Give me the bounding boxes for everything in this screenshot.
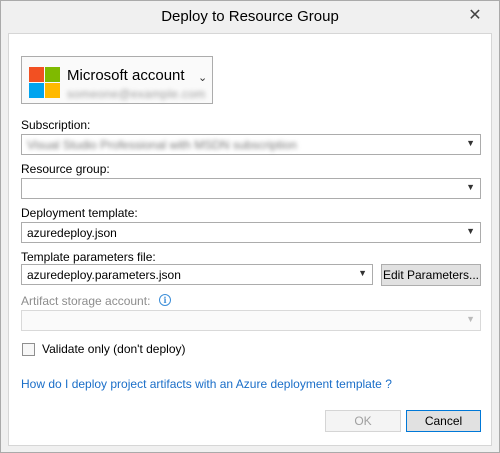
artifact-storage-dropdown: ▼	[21, 310, 481, 331]
help-link[interactable]: How do I deploy project artifacts with a…	[21, 377, 392, 391]
title-bar: Deploy to Resource Group ✕	[1, 1, 499, 33]
ok-button[interactable]: OK	[325, 410, 401, 432]
account-email-label: someone@example.com	[67, 87, 206, 101]
dropdown-arrow-icon: ▼	[466, 226, 475, 236]
close-icon[interactable]: ✕	[460, 5, 490, 25]
deployment-template-dropdown[interactable]: azuredeploy.json ▼	[21, 222, 481, 243]
edit-parameters-button[interactable]: Edit Parameters...	[381, 264, 481, 286]
dropdown-arrow-icon: ▼	[466, 182, 475, 192]
dropdown-arrow-icon: ▼	[466, 314, 475, 324]
validate-only-checkbox[interactable]	[22, 343, 35, 356]
subscription-dropdown[interactable]: Visual Studio Professional with MSDN sub…	[21, 134, 481, 155]
dialog-title: Deploy to Resource Group	[161, 8, 339, 25]
chevron-down-icon: ⌄	[198, 72, 208, 84]
deployment-template-label: Deployment template:	[21, 206, 138, 220]
resource-group-label: Resource group:	[21, 162, 110, 176]
template-parameters-label: Template parameters file:	[21, 250, 156, 264]
dialog-content: Microsoft account someone@example.com ⌄ …	[8, 33, 492, 446]
account-provider-label: Microsoft account	[67, 67, 185, 84]
cancel-button[interactable]: Cancel	[406, 410, 481, 432]
template-parameters-value: azuredeploy.parameters.json	[27, 268, 181, 282]
artifact-storage-label: Artifact storage account:	[21, 294, 151, 308]
validate-only-label[interactable]: Validate only (don't deploy)	[42, 342, 186, 356]
resource-group-dropdown[interactable]: ▼	[21, 178, 481, 199]
info-icon[interactable]: i	[159, 294, 171, 306]
microsoft-logo-icon	[29, 67, 60, 98]
template-parameters-dropdown[interactable]: azuredeploy.parameters.json ▼	[21, 264, 373, 285]
dropdown-arrow-icon: ▼	[358, 268, 367, 278]
account-selector-button[interactable]: Microsoft account someone@example.com ⌄	[21, 56, 213, 104]
dropdown-arrow-icon: ▼	[466, 138, 475, 148]
deploy-dialog: Deploy to Resource Group ✕ Microsoft acc…	[0, 0, 500, 453]
subscription-value: Visual Studio Professional with MSDN sub…	[27, 138, 297, 152]
subscription-label: Subscription:	[21, 118, 91, 132]
deployment-template-value: azuredeploy.json	[27, 226, 117, 240]
